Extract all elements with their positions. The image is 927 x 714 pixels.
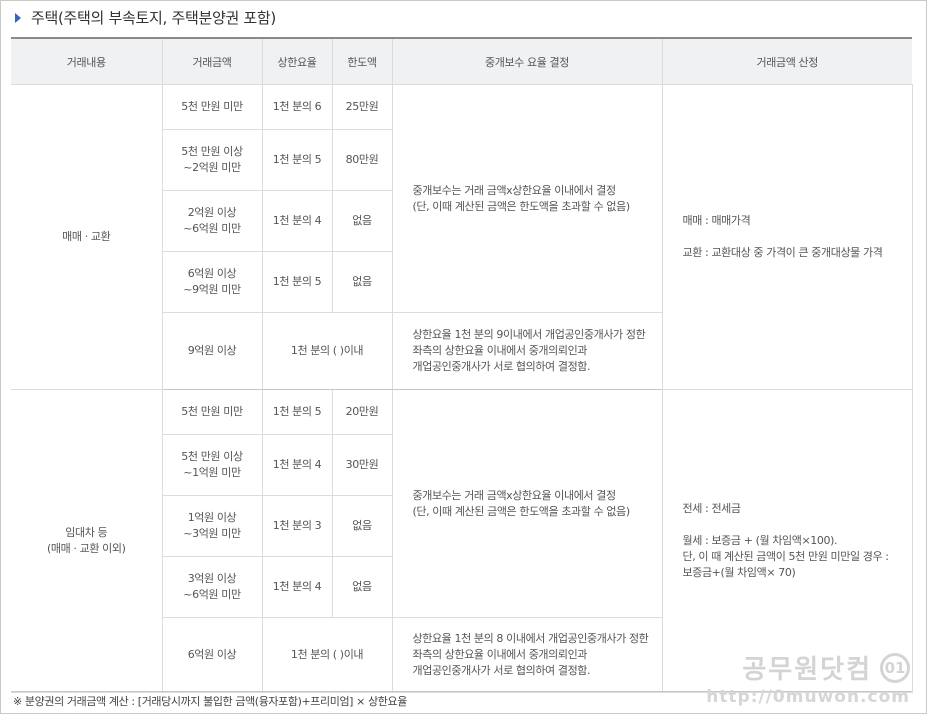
lease-type-cell: 임대차 등 (매매 · 교환 이외) xyxy=(11,389,163,693)
calc-cell: 매매 : 매매가격 교환 : 교환대상 중 가격이 큰 중개대상물 가격 xyxy=(661,84,913,390)
header-rate: 상한요율 xyxy=(261,37,332,85)
amount-cell: 5천 만원 이상 ~2억원 미만 xyxy=(162,129,263,191)
decision-cell: 중개보수는 거래 금액x상한요율 이내에서 결정 (단, 이때 계산된 금액은 … xyxy=(391,84,663,313)
header-decision: 중개보수 요율 결정 xyxy=(391,37,662,85)
brokerage-fee-table: 거래내용 거래금액 상한요율 한도액 중개보수 요율 결정 거래금액 산정 매매… xyxy=(11,37,913,693)
rate-limit-cell: 1천 분의 ( )이내 xyxy=(261,312,393,390)
limit-cell: 30만원 xyxy=(331,434,393,496)
calc-cell: 전세 : 전세금 월세 : 보증금 + (월 차임액×100). 단, 이 때 … xyxy=(661,389,913,693)
table-header-row: 거래내용 거래금액 상한요율 한도액 중개보수 요율 결정 거래금액 산정 xyxy=(11,37,912,85)
table-row: 매매 · 교환 5천 만원 미만 1천 분의 6 25만원 중개보수는 거래 금… xyxy=(11,84,913,390)
limit-cell: 없음 xyxy=(331,556,393,618)
limit-cell: 80만원 xyxy=(331,129,393,191)
header-amount: 거래금액 xyxy=(161,37,262,85)
rate-cell: 1천 분의 5 xyxy=(261,129,333,191)
amount-cell: 5천 만원 이상 ~1억원 미만 xyxy=(162,434,263,496)
rate-cell: 1천 분의 6 xyxy=(261,84,333,130)
section-title-bar: 주택(주택의 부속토지, 주택분양권 포함) xyxy=(1,1,926,35)
rate-cell: 1천 분의 4 xyxy=(261,190,333,252)
caret-right-icon xyxy=(15,13,21,23)
amount-cell: 3억원 이상 ~6억원 미만 xyxy=(162,556,263,618)
rate-cell: 1천 분의 4 xyxy=(261,556,333,618)
decision-cell: 중개보수는 거래 금액x상한요율 이내에서 결정 (단, 이때 계산된 금액은 … xyxy=(391,389,663,618)
rate-cell: 1천 분의 4 xyxy=(261,434,333,496)
rate-cell: 1천 분의 3 xyxy=(261,495,333,557)
header-limit: 한도액 xyxy=(331,37,392,85)
rate-cell: 1천 분의 5 xyxy=(261,251,333,313)
amount-cell: 2억원 이상 ~6억원 미만 xyxy=(162,190,263,252)
limit-cell: 없음 xyxy=(331,190,393,252)
limit-cell: 25만원 xyxy=(331,84,393,130)
amount-cell: 6억원 이상 xyxy=(162,617,263,693)
limit-cell: 없음 xyxy=(331,495,393,557)
limit-cell: 없음 xyxy=(331,251,393,313)
amount-cell: 5천 만원 미만 xyxy=(161,389,263,435)
sale-type-cell: 매매 · 교환 xyxy=(11,84,163,390)
rate-cell: 1천 분의 5 xyxy=(261,389,333,435)
decision-cell: 상한요율 1천 분의 9이내에서 개업공인중개사가 정한 좌측의 상한요율 이내… xyxy=(391,312,663,390)
footnote: ※ 분양권의 거래금액 계산 : [거래당시까지 불입한 금액(융자포함)+프리… xyxy=(11,691,912,713)
limit-cell: 20만원 xyxy=(331,389,393,435)
amount-cell: 6억원 이상 ~9억원 미만 xyxy=(162,251,263,313)
decision-cell: 상한요율 1천 분의 8 이내에서 개업공인중개사가 정한 좌측의 상한요율 이… xyxy=(391,617,663,693)
amount-cell: 9억원 이상 xyxy=(162,312,263,390)
section-title: 주택(주택의 부속토지, 주택분양권 포함) xyxy=(31,9,276,27)
table-row: 임대차 등 (매매 · 교환 이외) 5천 만원 미만 1천 분의 5 20만원… xyxy=(11,389,913,693)
amount-cell: 5천 만원 미만 xyxy=(161,84,263,130)
header-calc: 거래금액 산정 xyxy=(661,37,912,85)
rate-limit-cell: 1천 분의 ( )이내 xyxy=(261,617,393,693)
amount-cell: 1억원 이상 ~3억원 미만 xyxy=(162,495,263,557)
header-content: 거래내용 xyxy=(11,37,162,85)
